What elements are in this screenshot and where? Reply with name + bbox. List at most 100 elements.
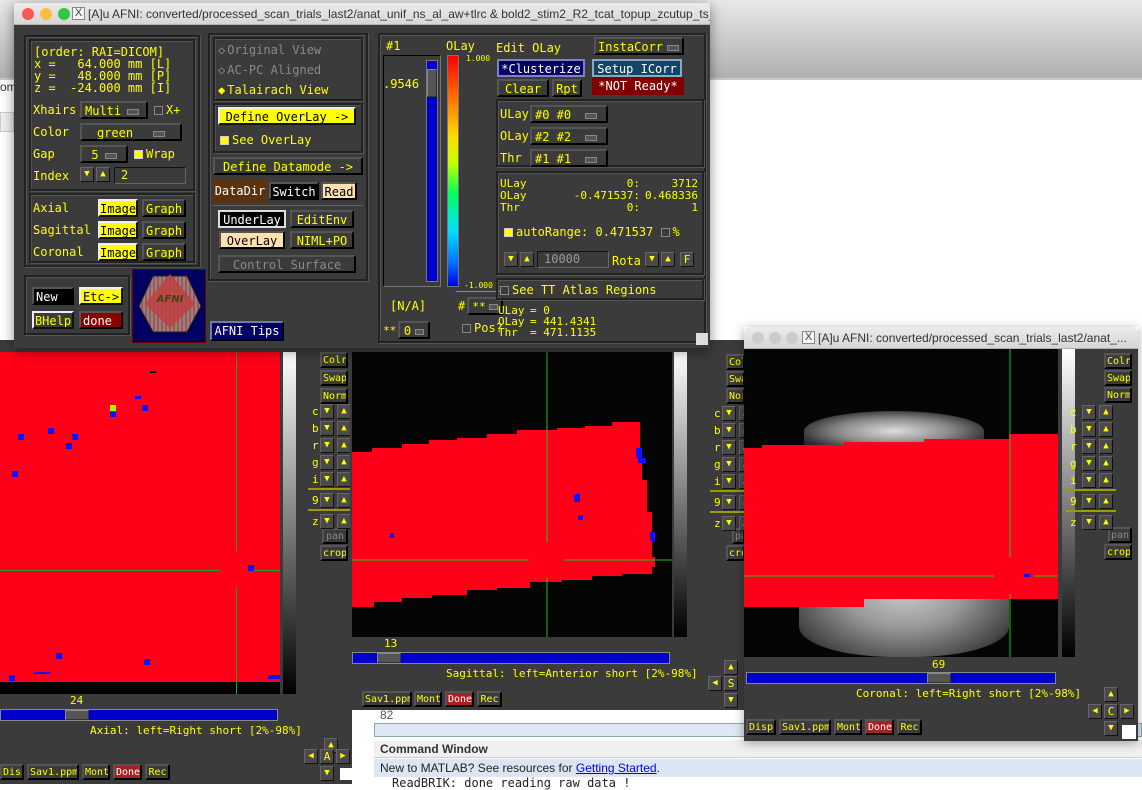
- arrow-down-i[interactable]: ▼: [1082, 473, 1096, 488]
- axial-image[interactable]: [0, 352, 280, 694]
- xplus-toggle[interactable]: X+: [154, 103, 180, 117]
- see-overlay-checkbox[interactable]: [220, 136, 229, 145]
- getting-started-link[interactable]: Getting Started: [576, 761, 657, 775]
- close-icon[interactable]: [752, 332, 764, 344]
- arrow-up-c[interactable]: ▲: [337, 404, 351, 419]
- crop-button[interactable]: crop: [1104, 544, 1132, 560]
- range-input[interactable]: 10000: [537, 251, 609, 268]
- see-atlas-toggle[interactable]: See TT Atlas Regions: [500, 283, 657, 297]
- arrow-up-z[interactable]: ▲: [1099, 515, 1113, 530]
- nav-center-button[interactable]: C: [1104, 704, 1118, 719]
- wrap-toggle[interactable]: Wrap: [134, 147, 175, 161]
- mont-button[interactable]: Mont: [834, 719, 862, 735]
- resize-grip-icon[interactable]: [340, 768, 352, 780]
- coronal-image[interactable]: [744, 349, 1058, 657]
- read-button[interactable]: Read: [321, 182, 357, 200]
- selector-menu-ulay[interactable]: #0 #0: [530, 105, 608, 123]
- norm-button[interactable]: Norm: [320, 388, 348, 404]
- arrow-up-c[interactable]: ▲: [1099, 405, 1113, 420]
- slider-thumb[interactable]: [927, 673, 951, 683]
- afni-tips-button[interactable]: AFNI Tips: [210, 321, 284, 341]
- arrow-down-9[interactable]: ▼: [722, 495, 736, 510]
- done-button[interactable]: Done: [445, 691, 474, 707]
- arrow-down-i[interactable]: ▼: [722, 474, 736, 489]
- arrow-down-z[interactable]: ▼: [1082, 515, 1096, 530]
- minimize-icon[interactable]: [769, 332, 781, 344]
- nav-up-arrow[interactable]: ▲: [1104, 687, 1118, 702]
- arrow-down-9[interactable]: ▼: [1082, 494, 1096, 509]
- underlay-button[interactable]: UnderLay: [218, 210, 286, 228]
- arrow-down-i[interactable]: ▼: [320, 472, 334, 487]
- arrow-down-b[interactable]: ▼: [320, 421, 334, 436]
- view-mode-0[interactable]: ◇ Original View: [218, 43, 321, 57]
- etc-button[interactable]: Etc->: [79, 287, 123, 305]
- done-button[interactable]: Done: [113, 764, 142, 780]
- rota-down-arrow[interactable]: ▼: [645, 252, 659, 267]
- arrow-down-r[interactable]: ▼: [1082, 439, 1096, 454]
- arrow-up-g[interactable]: ▲: [337, 455, 351, 470]
- overlay-button[interactable]: OverLay: [219, 231, 285, 249]
- see-atlas-checkbox[interactable]: [500, 286, 509, 295]
- image-button-coronal[interactable]: Image: [98, 243, 138, 261]
- rota-up-arrow[interactable]: ▲: [661, 252, 675, 267]
- disp-button[interactable]: Disp: [0, 764, 24, 780]
- resize-grip-icon[interactable]: [696, 333, 708, 345]
- nav-right-arrow[interactable]: ▶: [336, 749, 350, 764]
- arrow-down-g[interactable]: ▼: [320, 455, 334, 470]
- switch-button[interactable]: Switch: [269, 182, 319, 200]
- save-button[interactable]: Sav1.ppm: [362, 691, 412, 707]
- close-icon[interactable]: [22, 8, 34, 20]
- crop-button[interactable]: crop: [320, 545, 348, 561]
- pos-toggle[interactable]: Pos?: [462, 321, 503, 335]
- arrow-down-9[interactable]: ▼: [320, 493, 334, 508]
- colr-button[interactable]: Colr: [320, 352, 348, 368]
- flip-button[interactable]: F: [680, 252, 694, 267]
- index-up-arrow[interactable]: ▲: [96, 167, 110, 182]
- nav-down-arrow[interactable]: ▼: [724, 693, 738, 708]
- arrow-down-z[interactable]: ▼: [320, 514, 334, 529]
- arrow-up-r[interactable]: ▲: [337, 438, 351, 453]
- graph-button-coronal[interactable]: Graph: [142, 243, 186, 261]
- nav-center-button[interactable]: S: [724, 676, 738, 691]
- disp-button[interactable]: Disp: [746, 719, 776, 735]
- done-button[interactable]: done: [79, 311, 123, 329]
- clusterize-button[interactable]: *Clusterize: [497, 59, 585, 77]
- arrow-down-b[interactable]: ▼: [1082, 422, 1096, 437]
- zoom-icon[interactable]: [58, 8, 70, 20]
- slice-slider[interactable]: [352, 652, 670, 664]
- instacorr-menu[interactable]: InstaCorr: [594, 37, 684, 55]
- clear-button[interactable]: Clear: [497, 79, 549, 97]
- percent-checkbox[interactable]: [660, 228, 670, 237]
- swap-button[interactable]: Swap: [1104, 370, 1132, 386]
- norm-button[interactable]: Norm: [726, 388, 745, 404]
- wrap-checkbox[interactable]: [134, 150, 143, 159]
- arrow-up-r[interactable]: ▲: [1099, 439, 1113, 454]
- view-mode-1[interactable]: ◇ AC-PC Aligned: [218, 63, 321, 77]
- slice-slider[interactable]: [0, 709, 278, 721]
- selector-menu-thr[interactable]: #1 #1: [530, 149, 608, 167]
- arrow-down-z[interactable]: ▼: [722, 516, 736, 531]
- editenv-button[interactable]: EditEnv: [290, 210, 354, 228]
- selector-menu-olay[interactable]: #2 #2: [530, 127, 608, 145]
- slice-slider[interactable]: [746, 672, 1056, 684]
- arrow-up-9[interactable]: ▲: [337, 493, 351, 508]
- arrow-up-b[interactable]: ▲: [1099, 422, 1113, 437]
- save-button[interactable]: Sav1.ppm: [27, 764, 79, 780]
- threshold-slider-bar[interactable]: [426, 60, 438, 282]
- arrow-down-c[interactable]: ▼: [1082, 405, 1096, 420]
- sagittal-image[interactable]: [352, 352, 672, 637]
- image-button-sagittal[interactable]: Image: [98, 221, 138, 239]
- nav-center-button[interactable]: A: [320, 749, 334, 764]
- arrow-up-i[interactable]: ▲: [337, 472, 351, 487]
- define-overlay-button[interactable]: Define OverLay ->: [218, 107, 356, 125]
- mont-button[interactable]: Mont: [414, 691, 442, 707]
- arrow-down-c[interactable]: ▼: [320, 404, 334, 419]
- arrow-up-b[interactable]: ▲: [337, 421, 351, 436]
- afni-logo[interactable]: AFNI: [132, 269, 206, 343]
- arrow-up-9[interactable]: ▲: [1099, 494, 1113, 509]
- index-down-arrow[interactable]: ▼: [80, 167, 94, 182]
- graph-button-sagittal[interactable]: Graph: [142, 221, 186, 239]
- rpt-button[interactable]: Rpt: [552, 79, 582, 97]
- arrow-down-g[interactable]: ▼: [722, 457, 736, 472]
- swap-button[interactable]: Swap: [726, 371, 745, 387]
